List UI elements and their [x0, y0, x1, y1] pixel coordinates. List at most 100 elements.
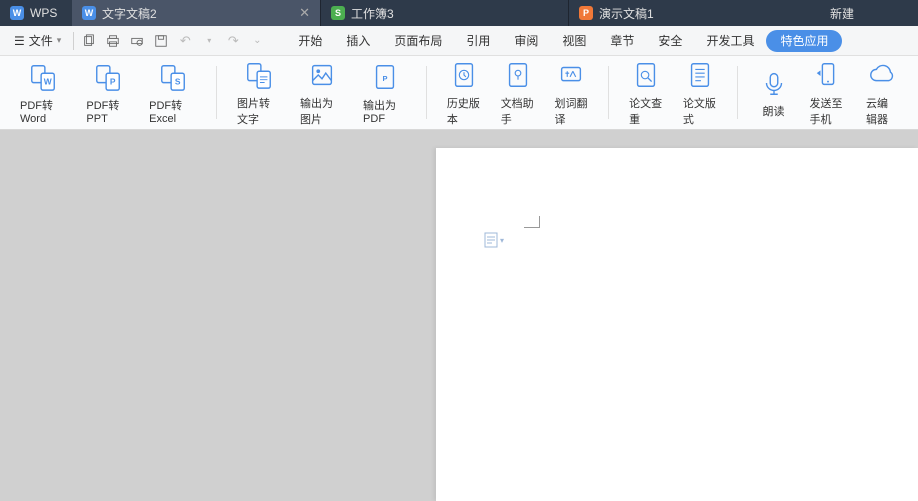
divider: [73, 32, 74, 50]
copy-icon[interactable]: [80, 32, 98, 50]
send-to-mobile-button[interactable]: 发送至手机: [800, 56, 857, 129]
thesis-check-icon: [630, 59, 662, 91]
tab-chapter[interactable]: 章节: [598, 26, 646, 56]
ribbon-label: 输出为PDF: [363, 97, 406, 125]
hamburger-icon: ☰: [14, 34, 25, 48]
thesis-layout-icon: [684, 59, 716, 91]
new-tab-label: 新建: [830, 5, 854, 22]
thesis-layout-button[interactable]: 论文版式: [673, 56, 727, 129]
ribbon-label: PDF转Excel: [149, 97, 196, 125]
ribbon-group-pdf-convert: W PDF转Word P PDF转PPT S PDF转Excel: [0, 56, 216, 129]
pdf-excel-icon: S: [157, 61, 189, 93]
ocr-icon: [243, 59, 275, 91]
document-page[interactable]: ▾: [436, 148, 918, 501]
tab-view[interactable]: 视图: [550, 26, 598, 56]
cloud-icon: [866, 59, 898, 91]
tab-label: 工作簿3: [351, 5, 394, 22]
ribbon-label: PDF转PPT: [86, 97, 129, 125]
ribbon-label: 云编辑器: [866, 95, 898, 127]
ribbon: W PDF转Word P PDF转PPT S PDF转Excel 图片转文字 输…: [0, 56, 918, 130]
ribbon-label: 历史版本: [447, 95, 481, 127]
word-translate-button[interactable]: 划词翻译: [544, 56, 598, 129]
pdf-to-excel-button[interactable]: S PDF转Excel: [139, 56, 206, 129]
print-preview-icon[interactable]: [128, 32, 146, 50]
pdf-to-ppt-button[interactable]: P PDF转PPT: [76, 56, 139, 129]
microphone-icon: [758, 67, 790, 99]
export-image-button[interactable]: 输出为图片: [290, 56, 353, 129]
ribbon-label: 输出为图片: [300, 95, 343, 127]
more-dropdown-icon[interactable]: ⌄: [248, 32, 266, 50]
ribbon-group-doc-tools: 历史版本 文档助手 划词翻译: [427, 56, 608, 129]
quick-access-toolbar: ↶ ▾ ↷ ⌄: [80, 32, 266, 50]
img-to-text-button[interactable]: 图片转文字: [227, 56, 290, 129]
close-icon[interactable]: ✕: [299, 5, 310, 21]
save-icon[interactable]: [152, 32, 170, 50]
app-brand[interactable]: W WPS: [0, 0, 72, 26]
excel-doc-icon: S: [331, 6, 345, 20]
doc-assistant-button[interactable]: 文档助手: [491, 56, 545, 129]
export-pdf-button[interactable]: P 输出为PDF: [353, 56, 416, 129]
read-aloud-button[interactable]: 朗读: [748, 56, 800, 129]
chevron-down-icon: ▾: [500, 236, 504, 245]
ribbon-label: PDF转Word: [20, 97, 66, 125]
pdf-word-icon: W: [27, 61, 59, 93]
tab-label: 演示文稿1: [599, 5, 654, 22]
undo-dropdown-icon[interactable]: ▾: [200, 32, 218, 50]
ribbon-label: 论文查重: [629, 95, 663, 127]
ribbon-group-export: 图片转文字 输出为图片 P 输出为PDF: [217, 56, 426, 129]
ribbon-group-thesis: 论文查重 论文版式: [609, 56, 737, 129]
ribbon-group-misc: 朗读 发送至手机 云编辑器: [738, 56, 918, 129]
tab-start[interactable]: 开始: [286, 26, 334, 56]
doc-assist-icon: [502, 59, 534, 91]
titlebar: W WPS W 文字文稿2 ✕ S 工作簿3 P 演示文稿1 新建: [0, 0, 918, 26]
pdf-to-word-button[interactable]: W PDF转Word: [10, 56, 76, 129]
export-pdf-icon: P: [369, 61, 401, 93]
ribbon-label: 朗读: [763, 103, 785, 119]
pdf-ppt-icon: P: [92, 61, 124, 93]
history-button[interactable]: 历史版本: [437, 56, 491, 129]
file-menu[interactable]: ☰ 文件 ▾: [8, 32, 67, 49]
svg-text:P: P: [110, 76, 116, 86]
workspace: ▾: [0, 130, 918, 501]
document-tab-active[interactable]: W 文字文稿2 ✕: [72, 0, 320, 26]
menubar: ☰ 文件 ▾ ↶ ▾ ↷ ⌄ 开始 插入 页面布局 引用 审阅 视图 章节 安全…: [0, 26, 918, 56]
svg-text:W: W: [44, 76, 52, 86]
page-gutter: [0, 130, 436, 501]
new-tab-button[interactable]: 新建: [816, 0, 918, 26]
cloud-editor-button[interactable]: 云编辑器: [856, 56, 908, 129]
tab-reference[interactable]: 引用: [454, 26, 502, 56]
tab-review[interactable]: 审阅: [502, 26, 550, 56]
tab-special-apps[interactable]: 特色应用: [766, 30, 842, 52]
paste-options-icon[interactable]: ▾: [484, 232, 504, 248]
cursor-mark: [524, 216, 540, 228]
chevron-down-icon: ▾: [57, 35, 62, 46]
redo-icon[interactable]: ↷: [224, 32, 242, 50]
mobile-icon: [812, 59, 844, 91]
ribbon-label: 划词翻译: [554, 95, 588, 127]
app-label: WPS: [30, 6, 57, 20]
tab-label: 文字文稿2: [102, 5, 157, 22]
ppt-doc-icon: P: [579, 6, 593, 20]
tab-security[interactable]: 安全: [646, 26, 694, 56]
thesis-check-button[interactable]: 论文查重: [619, 56, 673, 129]
svg-text:S: S: [175, 76, 181, 86]
svg-text:P: P: [382, 73, 387, 82]
tab-page-layout[interactable]: 页面布局: [382, 26, 454, 56]
export-image-icon: [306, 59, 338, 91]
document-tab[interactable]: S 工作簿3: [320, 0, 568, 26]
word-doc-icon: W: [82, 6, 96, 20]
print-icon[interactable]: [104, 32, 122, 50]
ribbon-label: 文档助手: [501, 95, 535, 127]
menu-tabs: 开始 插入 页面布局 引用 审阅 视图 章节 安全 开发工具 特色应用: [286, 26, 842, 56]
tab-insert[interactable]: 插入: [334, 26, 382, 56]
ribbon-label: 发送至手机: [810, 95, 847, 127]
undo-icon[interactable]: ↶: [176, 32, 194, 50]
file-label: 文件: [29, 32, 53, 49]
wps-logo-icon: W: [10, 6, 24, 20]
ribbon-label: 图片转文字: [237, 95, 280, 127]
document-tab[interactable]: P 演示文稿1: [568, 0, 816, 26]
ribbon-label: 论文版式: [683, 95, 717, 127]
history-icon: [448, 59, 480, 91]
translate-icon: [555, 59, 587, 91]
tab-dev-tools[interactable]: 开发工具: [694, 26, 766, 56]
